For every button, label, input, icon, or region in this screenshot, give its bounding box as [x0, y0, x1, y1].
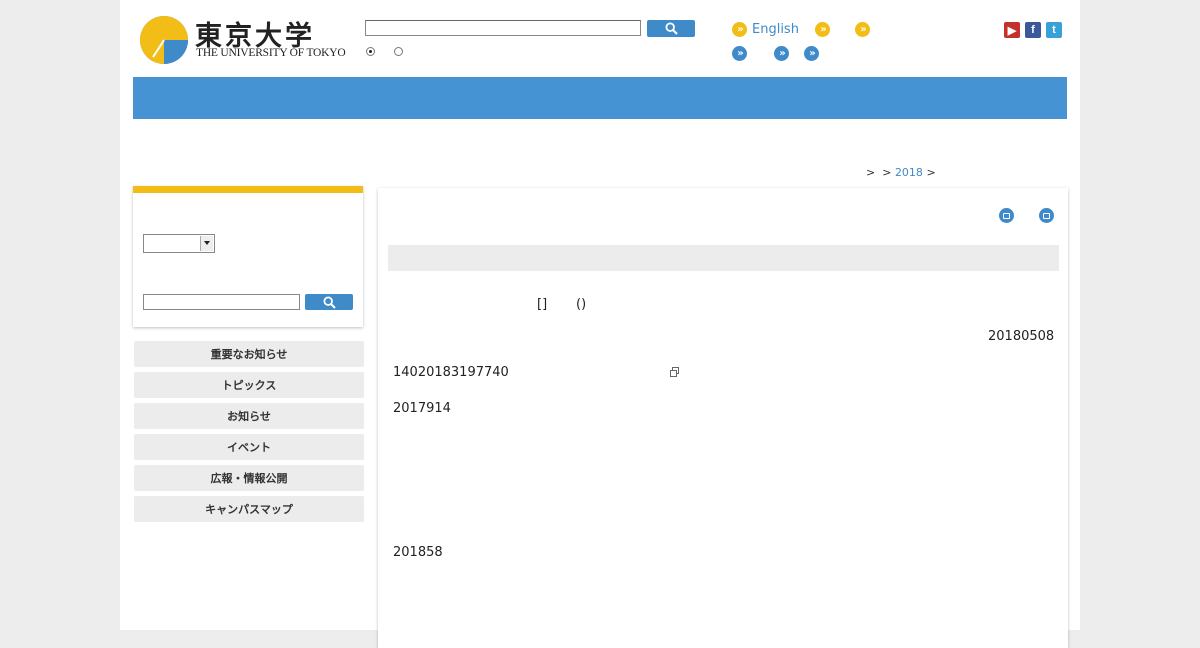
youtube-icon[interactable]: ▶ [1004, 22, 1020, 38]
menu-notices[interactable]: お知らせ [134, 403, 364, 429]
search-icon [322, 295, 336, 309]
ginkgo-logo-icon [140, 16, 188, 64]
sidebar-search-input[interactable] [143, 294, 300, 310]
article-line-1: 14020183197740 [393, 365, 509, 380]
menu-topics[interactable]: トピックス [134, 372, 364, 398]
article-paren-text: () [576, 297, 587, 312]
sidebar-search-box [133, 186, 363, 327]
sidebar-accent-bar [133, 186, 363, 193]
breadcrumb-separator: > [926, 166, 936, 179]
twitter-icon[interactable]: t [1046, 22, 1062, 38]
menu-public-relations[interactable]: 広報・情報公開 [134, 465, 364, 491]
search-scope-radio-2[interactable] [394, 47, 403, 56]
article-title-band [388, 245, 1059, 271]
breadcrumb-separator: > [866, 166, 876, 179]
article-date: 20180508 [988, 329, 1055, 344]
chevron-right-icon[interactable]: » [732, 22, 747, 37]
global-navigation-bar[interactable] [133, 77, 1067, 119]
sidebar-search-button[interactable] [305, 294, 353, 310]
external-link-icon[interactable] [670, 367, 679, 377]
breadcrumb-separator: > [882, 166, 892, 179]
chevron-down-icon[interactable] [200, 236, 213, 251]
article-line-3: 201858 [393, 545, 443, 560]
article-bracket-text: [] [537, 297, 548, 312]
facebook-icon[interactable]: f [1025, 22, 1041, 38]
menu-events[interactable]: イベント [134, 434, 364, 460]
site-search-input[interactable] [365, 20, 641, 36]
menu-important-notices[interactable]: 重要なお知らせ [134, 341, 364, 367]
chevron-right-icon[interactable]: » [815, 22, 830, 37]
article-line-2: 2017914 [393, 401, 451, 416]
breadcrumb-year-link[interactable]: 2018 [895, 166, 923, 179]
print-icon[interactable] [1039, 208, 1054, 223]
chevron-right-icon[interactable]: » [732, 46, 747, 61]
university-logo[interactable]: 東京大学 THE UNIVERSITY OF TOKYO [139, 14, 346, 66]
category-select[interactable] [143, 234, 215, 253]
search-scope-radio-1[interactable] [366, 47, 375, 56]
chevron-right-icon[interactable]: » [804, 46, 819, 61]
print-icon[interactable] [999, 208, 1014, 223]
search-icon [664, 22, 678, 35]
breadcrumb: > > 2018 > [866, 166, 936, 179]
chevron-right-icon[interactable]: » [855, 22, 870, 37]
menu-campus-map[interactable]: キャンパスマップ [134, 496, 364, 522]
site-search-button[interactable] [647, 20, 695, 37]
english-link[interactable]: English [752, 22, 799, 37]
chevron-right-icon[interactable]: » [774, 46, 789, 61]
logo-title-en: THE UNIVERSITY OF TOKYO [196, 47, 346, 59]
